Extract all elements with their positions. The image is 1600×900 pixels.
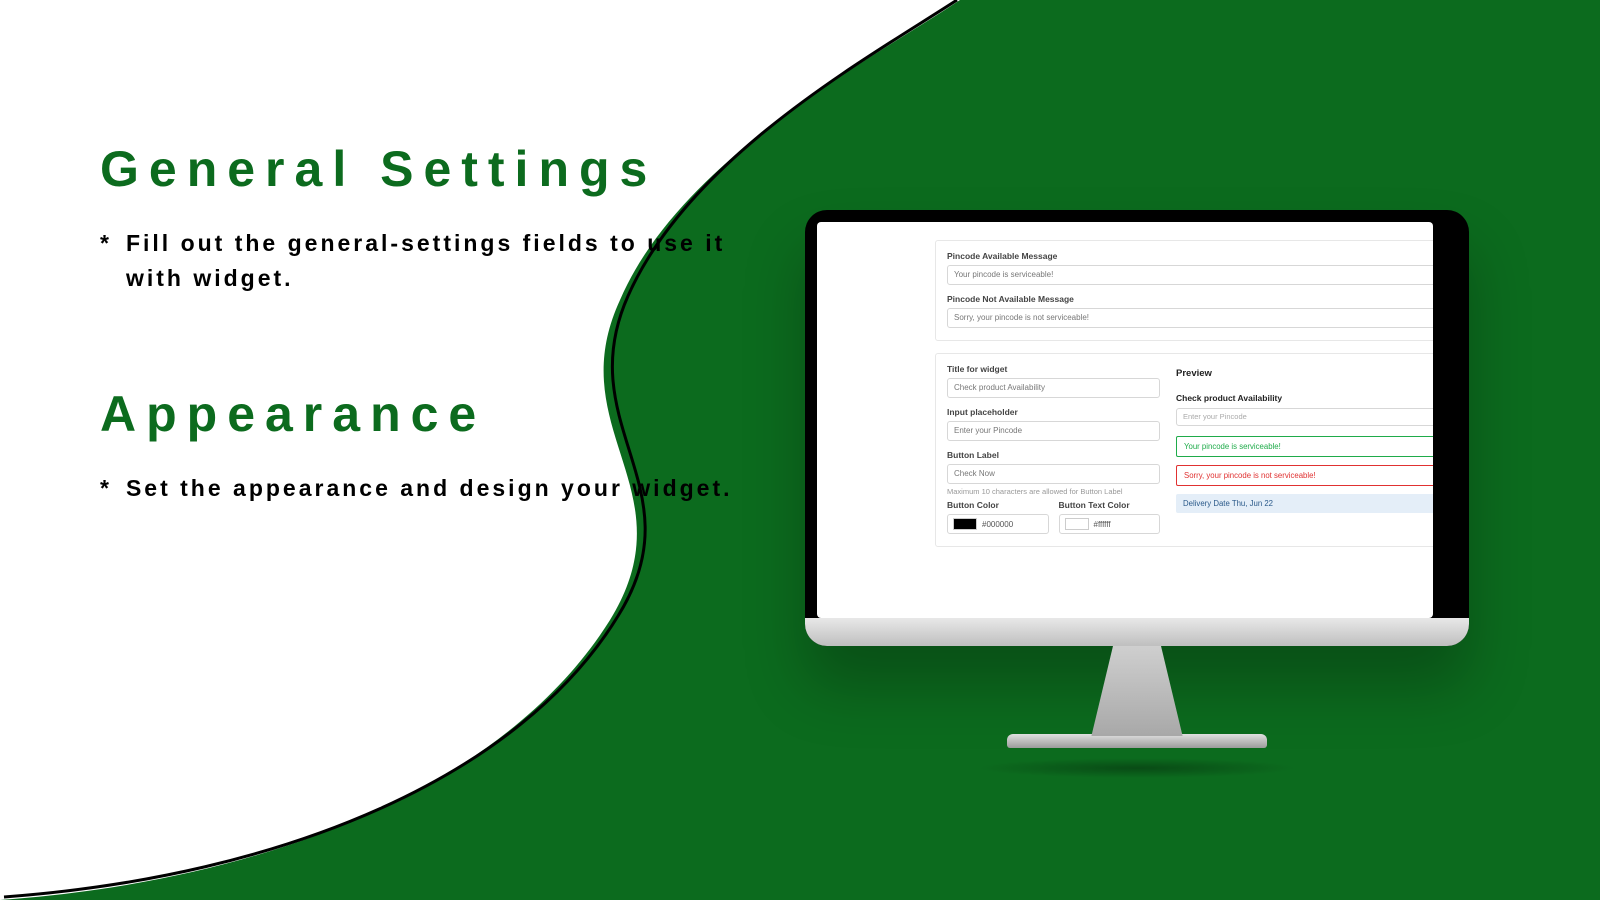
heading-appearance: Appearance (100, 385, 740, 443)
button-text-color-input[interactable]: #ffffff (1059, 514, 1161, 534)
sub-appearance: * Set the appearance and design your wid… (100, 471, 740, 506)
color-swatch-icon (1065, 518, 1089, 530)
preview-info-msg: Delivery Date Thu, Jun 22 (1176, 494, 1433, 513)
marketing-copy: General Settings * Fill out the general-… (100, 140, 740, 596)
field-label: Title for widget (947, 364, 1160, 374)
preview-error-msg: Sorry, your pincode is not serviceable! (1176, 465, 1433, 486)
appearance-card: Title for widget Check product Availabil… (935, 353, 1433, 547)
field-label: Pincode Not Available Message (947, 294, 1433, 304)
heading-general-settings: General Settings (100, 140, 740, 198)
widget-title-input[interactable]: Check product Availability (947, 378, 1160, 398)
field-label: Button Color (947, 500, 1049, 510)
monitor-shadow (977, 758, 1297, 778)
button-color-input[interactable]: #000000 (947, 514, 1049, 534)
field-label: Pincode Available Message (947, 251, 1433, 261)
placeholder-input[interactable]: Enter your Pincode (947, 421, 1160, 441)
monitor-chin (805, 618, 1469, 646)
messages-card: Pincode Available Message Your pincode i… (935, 240, 1433, 341)
field-label: Button Text Color (1059, 500, 1161, 510)
pincode-not-available-input[interactable]: Sorry, your pincode is not serviceable! (947, 308, 1433, 328)
monitor-stand (1077, 646, 1197, 736)
bullet-icon: * (100, 471, 112, 506)
preview-heading: Preview (1176, 368, 1433, 379)
monitor-mockup: Pincode Available Message Your pincode i… (805, 210, 1469, 778)
sub-general-settings: * Fill out the general-settings fields t… (100, 226, 740, 295)
field-label: Input placeholder (947, 407, 1160, 417)
pincode-available-input[interactable]: Your pincode is serviceable! (947, 265, 1433, 285)
preview-pincode-input[interactable]: Enter your Pincode (1176, 408, 1433, 426)
field-label: Button Label (947, 450, 1160, 460)
preview-success-msg: Your pincode is serviceable! (1176, 436, 1433, 457)
preview-title: Check product Availability (1176, 393, 1433, 403)
monitor-base (1007, 734, 1267, 748)
button-label-input[interactable]: Check Now (947, 464, 1160, 484)
bullet-icon: * (100, 226, 112, 295)
color-swatch-icon (953, 518, 977, 530)
settings-panel: Pincode Available Message Your pincode i… (935, 240, 1433, 547)
button-label-hint: Maximum 10 characters are allowed for Bu… (947, 487, 1160, 496)
